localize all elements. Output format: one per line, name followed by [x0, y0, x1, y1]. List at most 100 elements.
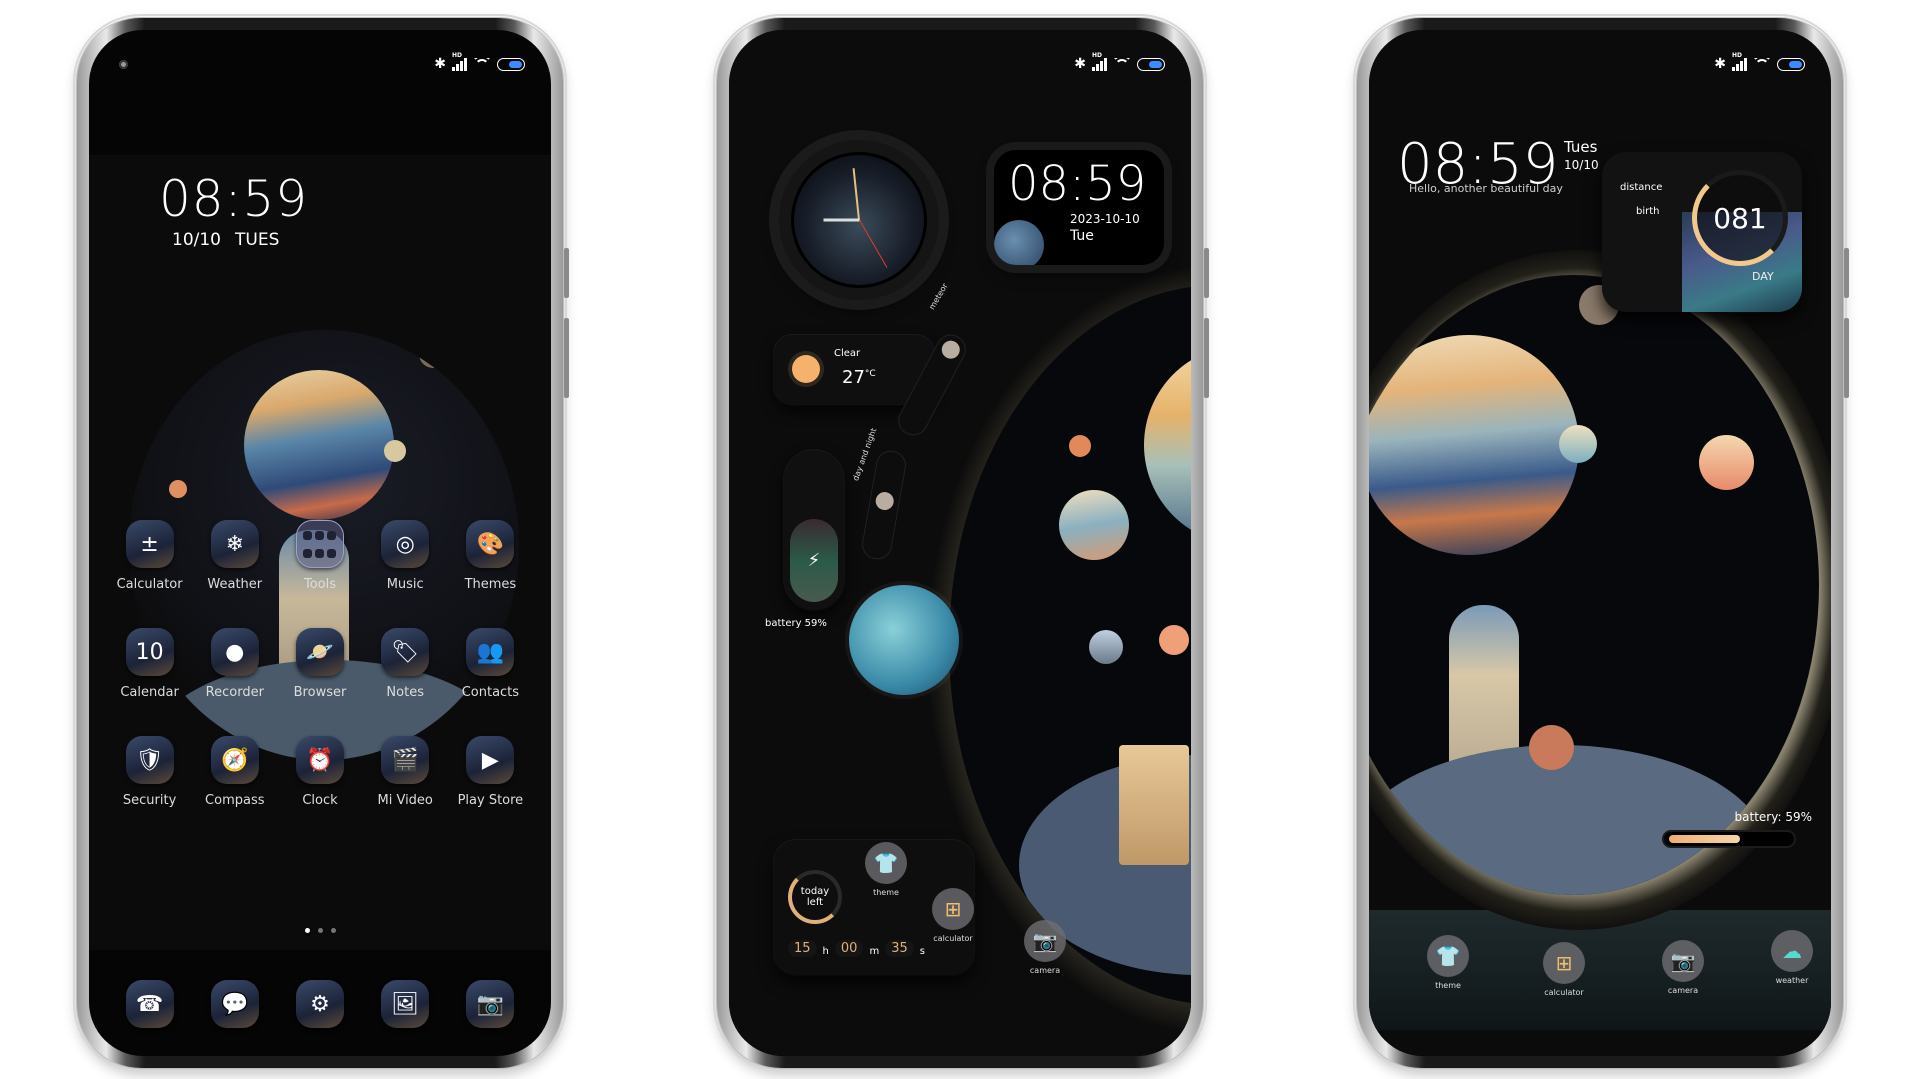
ringed-planet — [1369, 335, 1579, 555]
shortcut-weather[interactable]: ☁ weather — [1771, 930, 1813, 985]
app-contacts[interactable]: 👥 Contacts — [448, 628, 533, 700]
tag-icon: 🏷 — [381, 628, 430, 676]
shortcut-calculator[interactable]: ⊞ calculator — [932, 888, 974, 943]
palette-icon: 🎨 — [466, 520, 515, 568]
digital-date: 2023-10-10 — [1070, 212, 1140, 226]
volume-button — [1204, 248, 1209, 298]
app-recorder[interactable]: ● Recorder — [192, 628, 277, 700]
folder-icon — [295, 520, 344, 568]
small-planet — [1159, 625, 1189, 655]
camera-icon: 📷 — [1662, 940, 1704, 982]
lightning-icon: ⚡ — [807, 550, 821, 572]
day-unit: DAY — [1752, 270, 1774, 283]
app-mi-video[interactable]: 🎬 Mi Video — [363, 736, 448, 808]
wifi-icon — [1113, 58, 1131, 71]
weather-condition: Clear — [834, 348, 861, 359]
app-notes[interactable]: 🏷 Notes — [363, 628, 448, 700]
app-music[interactable]: ◎ Music — [363, 520, 448, 592]
app-play-store[interactable]: ▶ Play Store — [448, 736, 533, 808]
camera-icon: 📷 — [466, 980, 515, 1028]
app-calculator[interactable]: ± Calculator — [107, 520, 192, 592]
small-planet — [1069, 435, 1091, 457]
page-dot[interactable] — [330, 928, 336, 933]
signal-icon: HD — [1092, 52, 1107, 71]
birth-label: birth — [1636, 206, 1660, 217]
battery-label: battery 59% — [765, 618, 827, 629]
message-icon: 💬 — [210, 980, 259, 1028]
dock-gallery[interactable]: 🖼 — [363, 980, 448, 1028]
shortcut-calculator[interactable]: ⊞ calculator — [1543, 942, 1585, 997]
dock-camera[interactable]: 📷 — [448, 980, 533, 1028]
snowflake-icon: ❄ — [210, 520, 259, 568]
settings-icon: ⚙ — [295, 980, 344, 1028]
status-bar: ✱ HD — [1714, 52, 1805, 72]
app-themes[interactable]: 🎨 Themes — [448, 520, 533, 592]
music-disc-icon: ◎ — [381, 520, 430, 568]
page-indicator[interactable] — [89, 928, 551, 933]
app-grid: ± Calculator ❄ Weather Tools ◎ Music 🎨 Themes 10 C… — [107, 520, 533, 808]
app-browser[interactable]: 🪐 Browser — [277, 628, 362, 700]
shortcut-camera[interactable]: 📷 camera — [1662, 940, 1704, 995]
clock-date: 10/10 TUES — [172, 230, 280, 250]
birthday-countdown-widget[interactable]: distance birth 081 DAY — [1602, 152, 1802, 312]
planet-browser-icon: 🪐 — [295, 628, 344, 676]
app-label: Browser — [293, 685, 347, 700]
app-calendar[interactable]: 10 Calendar — [107, 628, 192, 700]
screen: ✱ HD 08:59 Tues 10/10 Hello, another bea… — [1369, 30, 1831, 1056]
app-label: Themes — [464, 577, 517, 592]
app-weather[interactable]: ❄ Weather — [192, 520, 277, 592]
app-label: Music — [386, 577, 424, 592]
toggle-knob[interactable] — [874, 490, 896, 512]
battery-icon — [1777, 57, 1805, 71]
app-tools[interactable]: Tools — [277, 520, 362, 592]
app-security[interactable]: 🛡 Security — [107, 736, 192, 808]
front-camera — [119, 60, 128, 69]
hour-hand — [823, 218, 859, 222]
toggle-knob[interactable] — [938, 337, 963, 362]
shortcut-theme[interactable]: 👕 theme — [1427, 935, 1469, 990]
calculator-icon: ± — [125, 520, 174, 568]
calendar-icon: 10 — [125, 628, 174, 676]
ringed-planet — [244, 370, 394, 520]
folder-mini-app-icon — [326, 530, 336, 540]
analog-clock-widget[interactable] — [779, 140, 939, 300]
dock-phone[interactable]: ☎ — [107, 980, 192, 1028]
bluetooth-icon: ✱ — [1074, 56, 1086, 72]
page-dot-active[interactable] — [304, 928, 310, 933]
weather-temp: 27°C — [842, 367, 876, 388]
signal-icon: HD — [1732, 52, 1747, 71]
dock: ☎ 💬 ⚙ 🖼 📷 — [107, 980, 533, 1028]
battery-widget[interactable]: ⚡ — [784, 450, 844, 610]
screen: ✱ HD 08:59 10/10 TUES ± Calculator ❄ Weather… — [89, 30, 551, 1056]
small-planet — [419, 340, 447, 368]
cloud-icon: ☁ — [1771, 930, 1813, 972]
countdown-values: 15 h 00 m 35 s — [788, 940, 925, 957]
app-clock[interactable]: ⏰ Clock — [277, 736, 362, 808]
app-compass[interactable]: 🧭 Compass — [192, 736, 277, 808]
dock-settings[interactable]: ⚙ — [277, 980, 362, 1028]
greeting-text: Hello, another beautiful day — [1409, 182, 1563, 195]
power-button — [1204, 318, 1209, 398]
screen: ✱ HD 08:59 2023-10-10 Tue Clear 27°C ⚡ b… — [729, 30, 1191, 1056]
wifi-icon — [1753, 58, 1771, 71]
dock-message[interactable]: 💬 — [192, 980, 277, 1028]
power-button — [1844, 318, 1849, 398]
battery-widget[interactable]: battery: 59% — [1654, 810, 1824, 870]
page-dot[interactable] — [317, 928, 323, 933]
phone-widget-screen-b: ✱ HD 08:59 Tues 10/10 Hello, another bea… — [1353, 14, 1849, 1072]
tshirt-icon: 👕 — [1427, 935, 1469, 977]
small-planet — [1559, 425, 1597, 463]
clock-time[interactable]: 08:59 — [159, 170, 308, 228]
shortcut-camera[interactable]: 📷 camera — [1024, 920, 1066, 975]
battery-icon — [497, 57, 525, 71]
digital-clock-widget[interactable]: 08:59 2023-10-10 Tue — [994, 150, 1164, 265]
second-hand — [859, 219, 888, 268]
battery-icon — [1137, 57, 1165, 71]
bluetooth-icon: ✱ — [434, 56, 446, 72]
recorder-icon: ● — [210, 628, 259, 676]
bluetooth-icon: ✱ — [1714, 56, 1726, 72]
folder-mini-app-icon — [314, 530, 324, 540]
shortcut-theme[interactable]: 👕 theme — [865, 842, 907, 897]
small-planet — [384, 440, 406, 462]
calculator-icon: ⊞ — [1543, 942, 1585, 984]
